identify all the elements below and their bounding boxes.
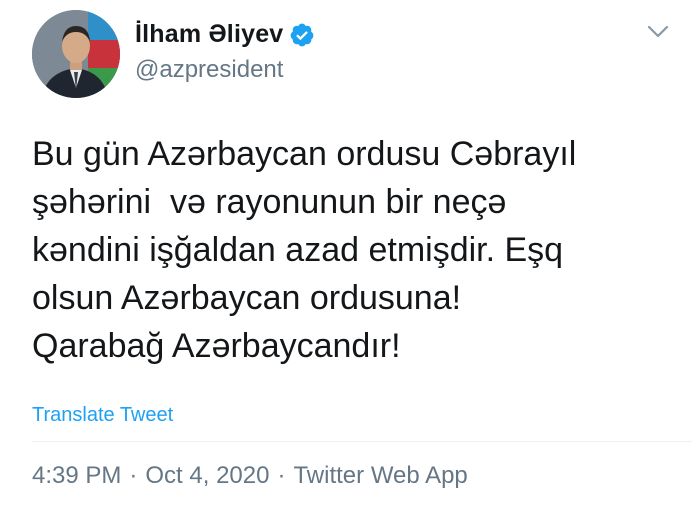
meta-separator: · — [277, 462, 286, 489]
author-name[interactable]: İlham Əliyev — [135, 20, 283, 49]
author-handle[interactable]: @azpresident — [135, 56, 283, 84]
translate-tweet-link[interactable]: Translate Tweet — [32, 404, 173, 427]
divider — [32, 441, 692, 442]
avatar[interactable] — [32, 10, 120, 98]
tweet-date[interactable]: Oct 4, 2020 — [145, 462, 269, 490]
verified-badge-icon — [289, 22, 315, 48]
meta-separator: · — [129, 462, 138, 489]
chevron-down-icon[interactable] — [646, 22, 670, 42]
tweet-time[interactable]: 4:39 PM — [32, 462, 121, 490]
tweet-source[interactable]: Twitter Web App — [293, 462, 467, 490]
tweet-text: Bu gün Azərbaycan ordusu Cəbrayıl şəhəri… — [32, 135, 577, 365]
author-name-row[interactable]: İlham Əliyev — [135, 20, 315, 49]
tweet-card: İlham Əliyev @azpresident Bu gün Azərbay… — [0, 0, 700, 520]
tweet-metadata: 4:39 PM · Oct 4, 2020 · Twitter Web App — [32, 462, 468, 490]
avatar-image — [32, 10, 120, 98]
